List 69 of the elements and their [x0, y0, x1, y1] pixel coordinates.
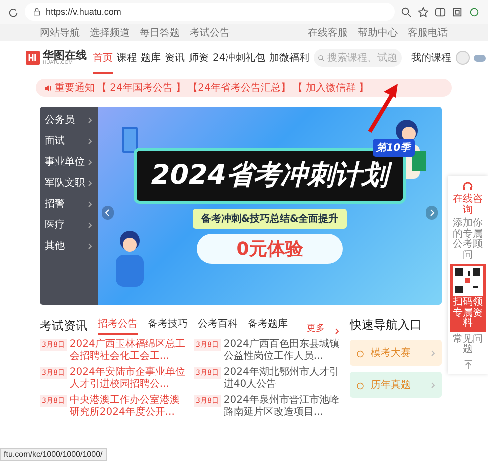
search-icon [318, 54, 325, 62]
category-item[interactable]: 事业单位 [40, 155, 98, 169]
news-link[interactable]: 2024年泉州市晋江市池峰路南延片区改造项目... [224, 395, 340, 419]
nav-link[interactable]: 24冲刺礼包 [213, 42, 266, 74]
username-pill[interactable] [474, 54, 486, 62]
news-link[interactable]: 2024年湖北鄂州市人才引进40人公告 [224, 367, 340, 391]
headset-icon[interactable] [462, 180, 474, 192]
chevron-icon [88, 242, 93, 250]
nav-link[interactable]: 首页 [93, 42, 113, 74]
reload-icon[interactable] [8, 6, 19, 18]
chevron-icon [335, 328, 340, 335]
advisor-text: 添加你的专属公考顾问 [452, 219, 484, 261]
top-link[interactable]: 每日答题 [140, 26, 180, 40]
category-item[interactable]: 公务员 [40, 113, 98, 127]
top-link[interactable]: 在线客服 [308, 26, 348, 40]
logo-icon [26, 51, 40, 65]
top-link[interactable]: 选择频道 [90, 26, 130, 40]
news-link[interactable]: 2024广西玉林福绵区总工会招聘社会化工会工... [70, 339, 186, 363]
split-screen-icon[interactable] [435, 6, 446, 18]
chevron-icon [431, 382, 436, 388]
top-link[interactable]: 帮助中心 [358, 26, 398, 40]
chevron-icon [88, 158, 93, 166]
news-link[interactable]: 2024年安陆市企事业单位人才引进校园招聘公... [70, 367, 186, 391]
category-item[interactable]: 其他 [40, 239, 98, 253]
nav-link[interactable]: 师资 [189, 42, 209, 74]
nav-link[interactable]: 题库 [141, 42, 161, 74]
news-tab[interactable]: 公考百科 [198, 317, 238, 335]
nav-link[interactable]: 课程 [117, 42, 137, 74]
chevron-icon [88, 222, 93, 228]
promo-banner[interactable]: 第10季 2024省考冲刺计划 备考冲刺&技巧总结&全面提升 0元体验 [98, 107, 442, 305]
category-item[interactable]: 军队文职 [40, 176, 98, 190]
news-link[interactable]: 2024广西百色田东县城镇公益性岗位工作人员... [224, 339, 340, 363]
chevron-icon [88, 200, 93, 208]
status-url: ftu.com/kc/1000/1000/1000/ [0, 448, 107, 461]
season-label: 第10季 [372, 139, 415, 157]
address-field[interactable]: https://v.huatu.com [25, 3, 395, 21]
quick-nav-heading: 快速导航入口 [350, 317, 423, 334]
notice-label: 重要通知 [55, 82, 95, 95]
consult-link[interactable]: 在线咨询 [450, 195, 486, 216]
nav-link[interactable]: 资讯 [165, 42, 185, 74]
book-drawing [120, 125, 140, 155]
my-courses-link[interactable]: 我的课程 [412, 51, 452, 65]
category-item[interactable]: 医疗 [40, 218, 98, 232]
banner-subtitle: 备考冲刺&技巧总结&全面提升 [193, 209, 347, 229]
news-tab[interactable]: 招考公告 [98, 317, 138, 335]
top-link[interactable]: 网站导航 [40, 26, 80, 40]
section-heading: 考试资讯 [40, 318, 88, 335]
news-tab[interactable]: 备考题库 [248, 317, 288, 335]
lock-icon [33, 8, 41, 16]
chevron-icon [88, 116, 93, 124]
trial-button[interactable]: 0元体验 [196, 234, 344, 264]
logo-text: 华图在线 [43, 50, 87, 61]
chevron-icon [431, 350, 436, 356]
chevron-icon [88, 180, 93, 186]
star-icon[interactable] [418, 6, 429, 18]
more-link[interactable]: 更多 [307, 322, 325, 335]
top-link[interactable]: 客服电话 [408, 26, 448, 40]
chevron-icon [88, 138, 93, 144]
nav-link[interactable]: 加微福利 [270, 42, 310, 74]
news-tab[interactable]: 备考技巧 [148, 317, 188, 335]
search-icon[interactable] [401, 6, 412, 18]
back-to-top-icon[interactable] [462, 358, 474, 370]
category-item[interactable]: 招警 [40, 197, 98, 211]
top-link[interactable]: 考试公告 [190, 26, 230, 40]
help-link[interactable]: 常见问题 [450, 334, 486, 356]
speaker-icon [44, 84, 53, 92]
qr-caption: 扫码领专属资料 [452, 298, 484, 330]
category-item[interactable]: 面试 [40, 134, 98, 148]
news-link[interactable]: 中央港澳工作办公室港澳研究所2024年度公开... [70, 395, 186, 419]
